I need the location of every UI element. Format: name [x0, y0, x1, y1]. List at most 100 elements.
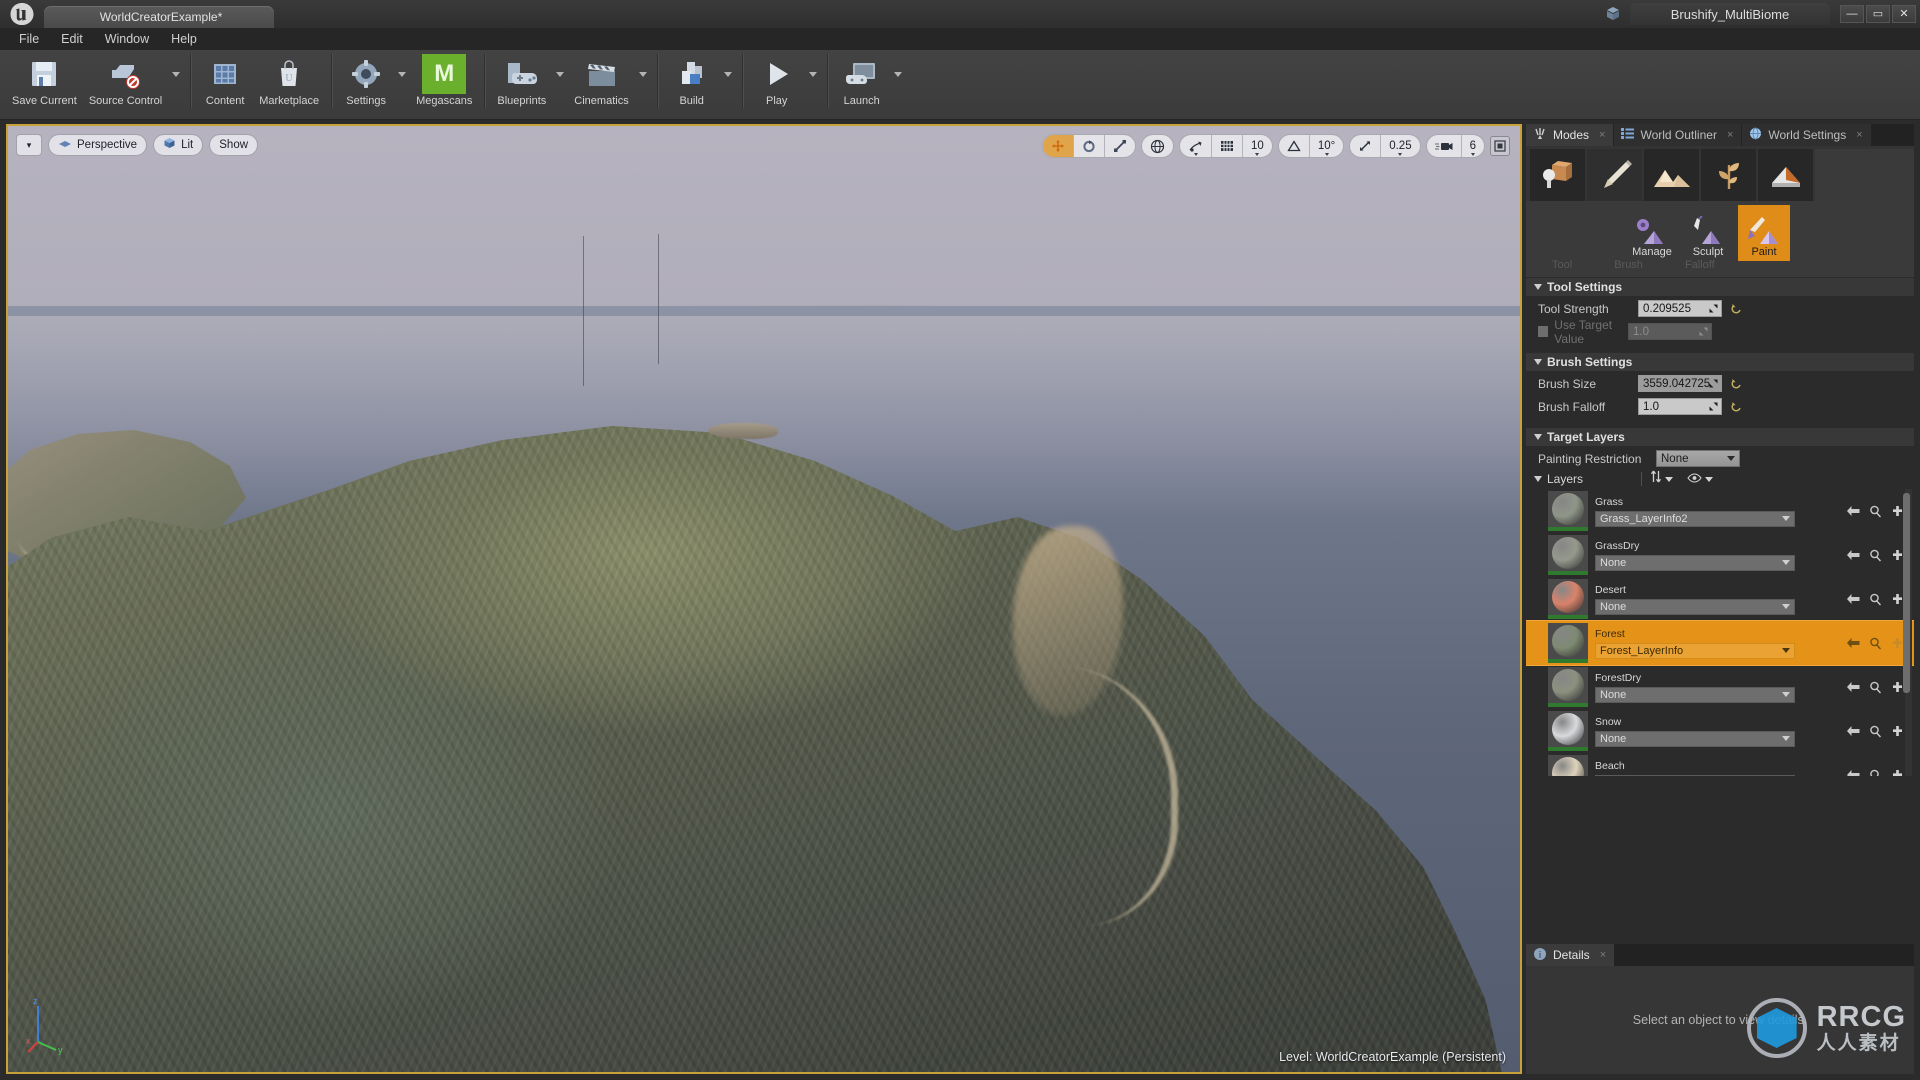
- tab-modes[interactable]: Modes ×: [1526, 124, 1615, 146]
- level-viewport[interactable]: ▾ Perspective Lit Show 10 10° 0.25 6 z y…: [6, 124, 1522, 1074]
- view-mode-button[interactable]: Lit: [153, 134, 204, 156]
- viewport-options-menu[interactable]: ▾: [16, 134, 42, 156]
- subtool-paint[interactable]: Paint: [1738, 205, 1790, 261]
- back-arrow-icon[interactable]: [1846, 548, 1860, 562]
- play-button[interactable]: Play: [749, 50, 805, 114]
- back-arrow-icon[interactable]: [1846, 724, 1860, 738]
- brush-falloff-input[interactable]: 1.0: [1638, 398, 1722, 415]
- surface-snap-icon[interactable]: [1180, 135, 1211, 157]
- foliage-mode-icon[interactable]: [1701, 149, 1756, 201]
- add-plus-icon[interactable]: [1891, 724, 1904, 738]
- browse-magnifier-icon[interactable]: [1869, 548, 1882, 562]
- content-button[interactable]: Content: [197, 50, 253, 114]
- layer-row[interactable]: Desert None: [1526, 577, 1914, 621]
- browse-magnifier-icon[interactable]: [1869, 768, 1882, 776]
- layers-sort-control[interactable]: [1650, 470, 1673, 488]
- back-arrow-icon[interactable]: [1846, 504, 1860, 518]
- geometry-editing-mode-icon[interactable]: [1758, 149, 1813, 201]
- rotate-gizmo-icon[interactable]: [1073, 135, 1104, 157]
- layer-row[interactable]: Grass Grass_LayerInfo2: [1526, 489, 1914, 533]
- browse-magnifier-icon[interactable]: [1869, 592, 1882, 606]
- layer-info-dropdown[interactable]: None: [1595, 730, 1795, 747]
- document-tab[interactable]: WorldCreatorExample*: [44, 6, 274, 28]
- rotation-snap-value[interactable]: 10°: [1308, 135, 1343, 157]
- menu-window[interactable]: Window: [94, 30, 160, 48]
- show-flags-button[interactable]: Show: [209, 134, 259, 156]
- subtool-sculpt[interactable]: Sculpt: [1682, 205, 1734, 261]
- maximize-viewport-icon[interactable]: [1490, 136, 1510, 156]
- launch-dropdown[interactable]: [890, 50, 906, 114]
- close-button[interactable]: ✕: [1892, 5, 1916, 23]
- back-arrow-icon[interactable]: [1846, 592, 1860, 606]
- scale-gizmo-icon[interactable]: [1104, 135, 1135, 157]
- scale-arrow-icon[interactable]: [1350, 135, 1380, 157]
- back-arrow-icon[interactable]: [1846, 636, 1860, 650]
- marketplace-button[interactable]: U Marketplace: [253, 50, 325, 114]
- reset-to-default-icon[interactable]: [1730, 377, 1743, 390]
- maximize-button[interactable]: ▭: [1866, 5, 1890, 23]
- play-dropdown[interactable]: [805, 50, 821, 114]
- layer-row[interactable]: Snow None: [1526, 709, 1914, 753]
- tab-world-outliner[interactable]: World Outliner ×: [1614, 124, 1743, 146]
- launch-button[interactable]: Launch: [834, 50, 890, 114]
- tab-modes-close[interactable]: ×: [1599, 129, 1605, 141]
- tab-world-outliner-close[interactable]: ×: [1727, 129, 1733, 141]
- grid-snap-toggle[interactable]: [1211, 135, 1242, 157]
- spinner-icon[interactable]: [1707, 400, 1720, 413]
- subtool-manage[interactable]: Manage: [1626, 205, 1678, 261]
- cinematics-button[interactable]: Cinematics: [568, 50, 634, 114]
- layer-list-scrollbar-thumb[interactable]: [1903, 493, 1910, 693]
- source-control-dropdown[interactable]: [168, 50, 184, 114]
- menu-file[interactable]: File: [8, 30, 50, 48]
- back-arrow-icon[interactable]: [1846, 680, 1860, 694]
- minimize-button[interactable]: —: [1840, 5, 1864, 23]
- painting-restriction-dropdown[interactable]: None: [1656, 450, 1740, 467]
- layer-list-scrollbar-track[interactable]: [1903, 489, 1912, 776]
- camera-perspective-button[interactable]: Perspective: [48, 134, 148, 156]
- blueprints-button[interactable]: Blueprints: [491, 50, 552, 114]
- tab-details-close[interactable]: ×: [1600, 949, 1606, 961]
- save-current-button[interactable]: Save Current: [6, 50, 83, 114]
- browse-magnifier-icon[interactable]: [1869, 504, 1882, 518]
- source-control-button[interactable]: Source Control: [83, 50, 168, 114]
- build-button[interactable]: Build: [664, 50, 720, 114]
- browse-magnifier-icon[interactable]: [1869, 636, 1882, 650]
- tab-world-settings-close[interactable]: ×: [1856, 129, 1862, 141]
- layer-row[interactable]: Forest Forest_LayerInfo: [1526, 620, 1914, 666]
- layers-visibility-control[interactable]: [1687, 470, 1713, 488]
- megascans-button[interactable]: M Megascans: [410, 50, 478, 114]
- layer-info-dropdown[interactable]: Grass_LayerInfo2: [1595, 510, 1795, 527]
- tab-world-settings[interactable]: World Settings ×: [1742, 124, 1872, 146]
- place-mode-icon[interactable]: [1530, 149, 1585, 201]
- build-dropdown[interactable]: [720, 50, 736, 114]
- scale-snap-value[interactable]: 0.25: [1380, 135, 1419, 157]
- angle-icon[interactable]: [1279, 135, 1309, 157]
- reset-to-default-icon[interactable]: [1730, 400, 1743, 413]
- layer-info-dropdown[interactable]: None: [1595, 554, 1795, 571]
- section-tool-settings[interactable]: Tool Settings: [1526, 277, 1914, 296]
- camera-speed-value[interactable]: 6: [1460, 135, 1484, 157]
- add-plus-icon[interactable]: [1891, 768, 1904, 776]
- layer-info-dropdown[interactable]: None: [1595, 686, 1795, 703]
- camera-speed-icon[interactable]: [1427, 135, 1461, 157]
- layer-info-dropdown[interactable]: Forest_LayerInfo: [1595, 642, 1795, 659]
- spinner-icon[interactable]: [1707, 302, 1720, 315]
- tool-strength-input[interactable]: 0.209525: [1638, 300, 1722, 317]
- layer-row[interactable]: ForestDry None: [1526, 665, 1914, 709]
- section-target-layers[interactable]: Target Layers: [1526, 427, 1914, 446]
- browse-magnifier-icon[interactable]: [1869, 724, 1882, 738]
- use-target-value-checkbox[interactable]: [1538, 326, 1549, 337]
- world-globe-icon[interactable]: [1142, 135, 1173, 157]
- cinematics-dropdown[interactable]: [635, 50, 651, 114]
- blueprints-dropdown[interactable]: [552, 50, 568, 114]
- landscape-mode-icon[interactable]: [1644, 149, 1699, 201]
- paint-mode-icon[interactable]: [1587, 149, 1642, 201]
- layer-row[interactable]: GrassDry None: [1526, 533, 1914, 577]
- brush-size-input[interactable]: 3559.042725: [1638, 375, 1722, 392]
- translate-gizmo-icon[interactable]: [1043, 135, 1074, 157]
- section-brush-settings[interactable]: Brush Settings: [1526, 352, 1914, 371]
- settings-button[interactable]: Settings: [338, 50, 394, 114]
- back-arrow-icon[interactable]: [1846, 768, 1860, 776]
- settings-dropdown[interactable]: [394, 50, 410, 114]
- menu-edit[interactable]: Edit: [50, 30, 94, 48]
